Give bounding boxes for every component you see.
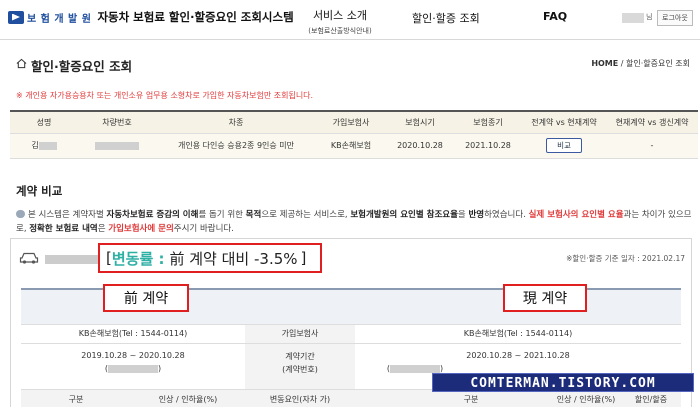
service-description: 본 시스템은 계약자별 자동차보험료 증감의 이해를 돕기 위한 목적으로 제공… (16, 208, 692, 236)
description-segment: 목적 (245, 210, 262, 220)
description-segment: 정확한 보험료 내역 (29, 224, 98, 234)
description-segment: 를 돕기 위한 (198, 210, 246, 220)
nav-service-intro[interactable]: 서비스 소개 (보험료산출방식안내) (305, 7, 375, 36)
cell-plate (78, 133, 156, 159)
plate-number-redacted (45, 255, 99, 264)
sub-header-rate-current: 인상 / 인하율(%) (556, 395, 616, 404)
description-segment: 은 (97, 224, 109, 234)
breadcrumb-home[interactable]: HOME (591, 59, 618, 68)
name-redacted (38, 141, 57, 150)
insurer-previous: KB손해보험(Tel : 1544-0114) (78, 329, 188, 338)
period-previous: 2019.10.28 ~ 2020.10.28 (81, 351, 185, 360)
contract-no-redacted (108, 364, 158, 373)
cell-renewal: - (606, 133, 698, 159)
description-segment: 자동차보험료 증감의 이해 (106, 210, 199, 220)
top-header: 보 험 개 발 원 자동차 보험료 할인·할증요인 조회시스템 서비스 소개 (… (0, 0, 700, 40)
bracket-close: ] (300, 249, 307, 267)
contract-no-redacted (390, 364, 440, 373)
description-segment: 주시기 바랍니다. (173, 224, 234, 234)
cell-vehicle-type: 개인용 다인승 승용2종 9인승 미만 (156, 133, 316, 159)
col-header: 현재계약 vs 갱신계약 (606, 111, 698, 134)
col-header: 전계약 vs 현재계약 (522, 111, 606, 134)
compare-button[interactable]: 비교 (546, 138, 582, 153)
home-icon (16, 58, 27, 69)
col-header: 차종 (156, 111, 316, 134)
plate-redacted (95, 141, 139, 150)
car-icon (19, 252, 39, 264)
cell-compare: 비교 (522, 133, 606, 159)
insurer-label: 가입보험사 (281, 329, 319, 338)
description-segment: 반영 (468, 210, 485, 220)
description-segment: 보험개발원의 요인별 참조요율 (350, 210, 458, 220)
contract-no-previous: () (21, 364, 245, 373)
name-initial: 김 (31, 141, 39, 150)
eligibility-notice: ※ 개인용 자가용승용차 또는 개인소유 업무용 소형차로 가입한 자동차보험만… (16, 91, 314, 100)
logo-org-name: 보 험 개 발 원 (27, 13, 92, 25)
row-divider (21, 324, 681, 325)
contract-no-label: (계약번호) (282, 365, 318, 374)
sub-header-category: 구분 (68, 395, 84, 404)
period-current: 2020.10.28 ~ 2021.10.28 (466, 351, 570, 360)
vehicle-table-header: 성명 차량번호 차종 가입보험사 보험시기 보험종기 전계약 vs 현재계약 현… (10, 111, 698, 134)
col-header: 보험시기 (386, 111, 454, 134)
change-rate-value: 前 계약 대비 -3.5% (169, 249, 298, 268)
description-segment: 가입보험사에 문의 (108, 224, 174, 234)
description-segment: 하였습니다. (484, 210, 529, 220)
sub-header-rate: 인상 / 인하율(%) (158, 395, 218, 404)
contract-no-current: () (355, 364, 475, 373)
speech-bubble-icon (16, 210, 25, 218)
period-label: 계약기간 (285, 352, 315, 361)
description-text: 본 시스템은 계약자별 자동차보험료 증감의 이해를 돕기 위한 목적으로 제공… (16, 210, 691, 234)
user-suffix: 님 (646, 13, 653, 21)
cell-name: 김 (10, 133, 78, 159)
paren-close: ) (440, 364, 444, 373)
change-rate-highlight: [ 변동률 : 前 계약 대비 -3.5% ] (98, 243, 322, 273)
insurer-current: KB손해보험(Tel : 1544-0114) (463, 329, 573, 338)
col-header: 성명 (10, 111, 78, 134)
sub-header-category-current: 구분 (463, 395, 479, 404)
logout-button[interactable]: 로그아웃 (657, 10, 693, 26)
page-title: 할인·할증요인 조회 (31, 59, 133, 74)
user-name-redacted (622, 13, 644, 23)
sub-header-factor: 변동요인(자차 가) (269, 395, 331, 404)
base-date: ※할인·할증 기준 일자 : 2021.02.17 (566, 254, 685, 263)
section-title: 계약 비교 (16, 184, 63, 198)
watermark: COMTERMAN.TISTORY.COM (432, 373, 694, 392)
table-row: 김 개인용 다인승 승용2종 9인승 미만 KB손해보험 2020.10.28 … (10, 133, 698, 159)
breadcrumb: HOME / 할인·할증요인 조회 (591, 58, 690, 69)
description-segment: 을 (457, 210, 469, 220)
col-header: 차량번호 (78, 111, 156, 134)
paren-close: ) (158, 364, 162, 373)
vehicle-table: 성명 차량번호 차종 가입보험사 보험시기 보험종기 전계약 vs 현재계약 현… (10, 110, 698, 159)
system-title: 자동차 보험료 할인·할증요인 조회시스템 (97, 10, 294, 24)
change-rate-label: 변동률 : (111, 249, 165, 268)
breadcrumb-current: 할인·할증요인 조회 (626, 59, 690, 68)
col-header: 가입보험사 (316, 111, 386, 134)
cell-start-date: 2020.10.28 (386, 133, 454, 159)
site-logo[interactable]: 보 험 개 발 원 자동차 보험료 할인·할증요인 조회시스템 (8, 9, 294, 25)
description-segment: 본 시스템은 계약자별 (28, 210, 107, 220)
cell-end-date: 2021.10.28 (454, 133, 522, 159)
nav-faq[interactable]: FAQ (543, 10, 567, 23)
description-segment: 실제 보험사의 요인별 요율 (528, 210, 624, 220)
sub-header-discount: 할인/할증 (634, 395, 668, 404)
previous-contract-label: 前 계약 (103, 284, 189, 312)
description-segment: 으로 제공하는 서비스로, (261, 210, 351, 220)
nav-service-intro-sub: (보험료산출방식안내) (308, 27, 372, 35)
col-header: 보험종기 (454, 111, 522, 134)
nav-service-intro-label: 서비스 소개 (312, 9, 368, 22)
logo-icon (8, 10, 24, 24)
cell-insurer: KB손해보험 (316, 133, 386, 159)
current-contract-label: 現 계약 (503, 284, 587, 312)
nav-discount-lookup[interactable]: 할인·할증 조회 (412, 10, 480, 26)
row-divider (21, 343, 681, 344)
